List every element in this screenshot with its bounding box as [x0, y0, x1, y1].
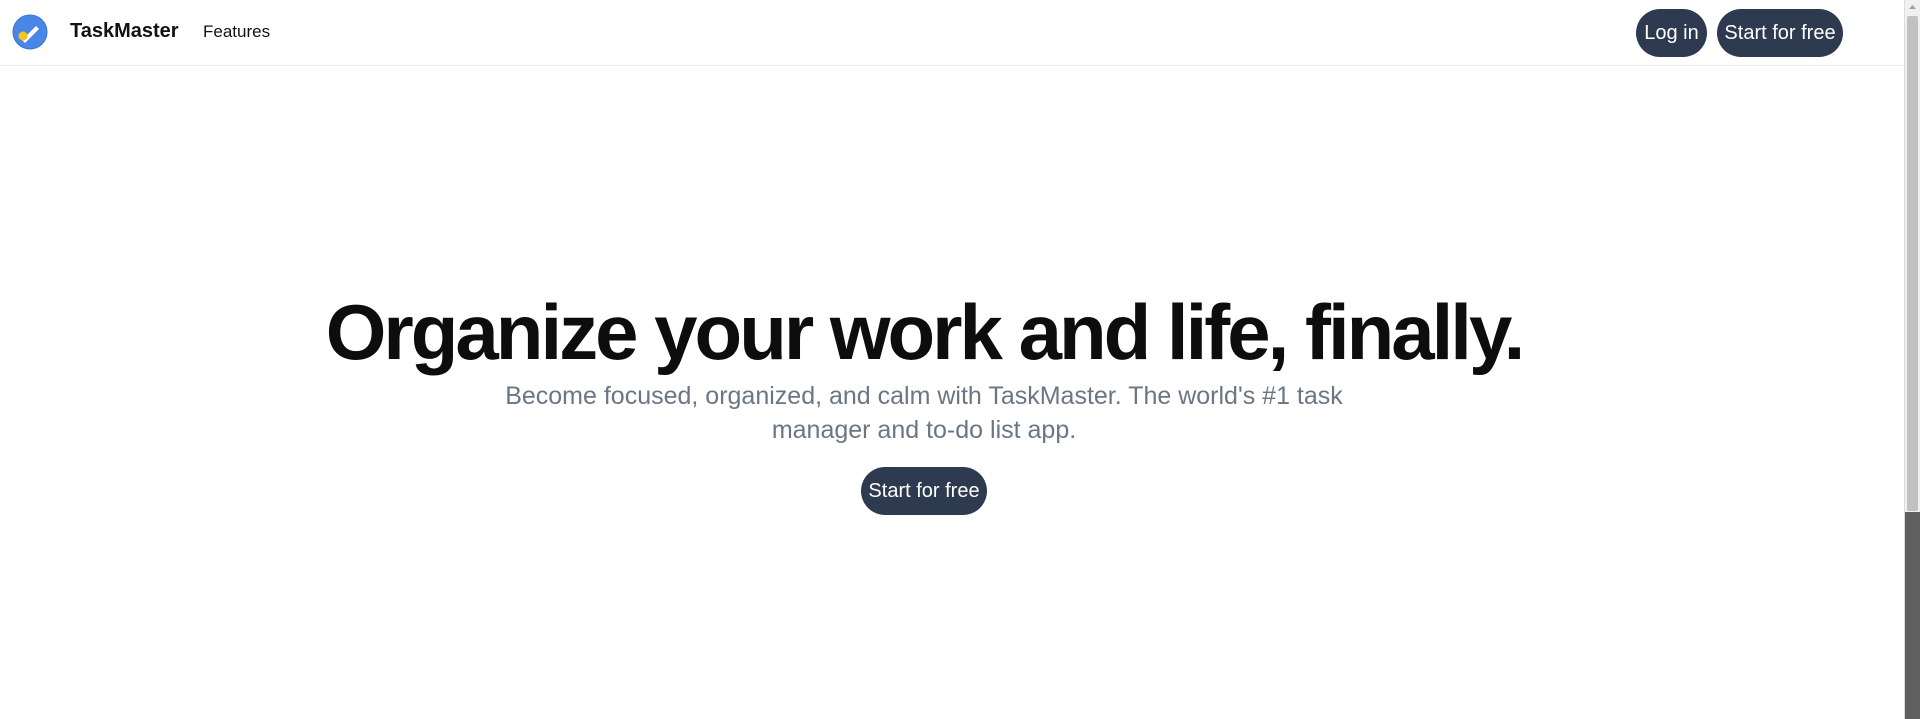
- hero-title: Organize your work and life, finally.: [325, 288, 1526, 376]
- main-content: TaskMaster Features Log in Start for fre…: [0, 0, 1904, 719]
- scrollbar-thumb[interactable]: [1907, 16, 1918, 511]
- top-header: TaskMaster Features Log in Start for fre…: [0, 0, 1904, 66]
- logo-icon[interactable]: [12, 14, 48, 50]
- login-button[interactable]: Log in: [1636, 9, 1707, 57]
- hero-start-for-free-button[interactable]: Start for free: [861, 467, 987, 515]
- vertical-scrollbar[interactable]: [1904, 0, 1920, 719]
- scrollbar-track-lower[interactable]: [1905, 512, 1920, 719]
- page: TaskMaster Features Log in Start for fre…: [0, 0, 1920, 719]
- header-start-for-free-button[interactable]: Start for free: [1717, 9, 1843, 57]
- hero-subtitle: Become focused, organized, and calm with…: [505, 382, 1343, 444]
- scroll-up-arrow-icon[interactable]: [1905, 0, 1920, 14]
- brand-name[interactable]: TaskMaster: [70, 19, 179, 43]
- nav-link-features[interactable]: Features: [203, 22, 270, 42]
